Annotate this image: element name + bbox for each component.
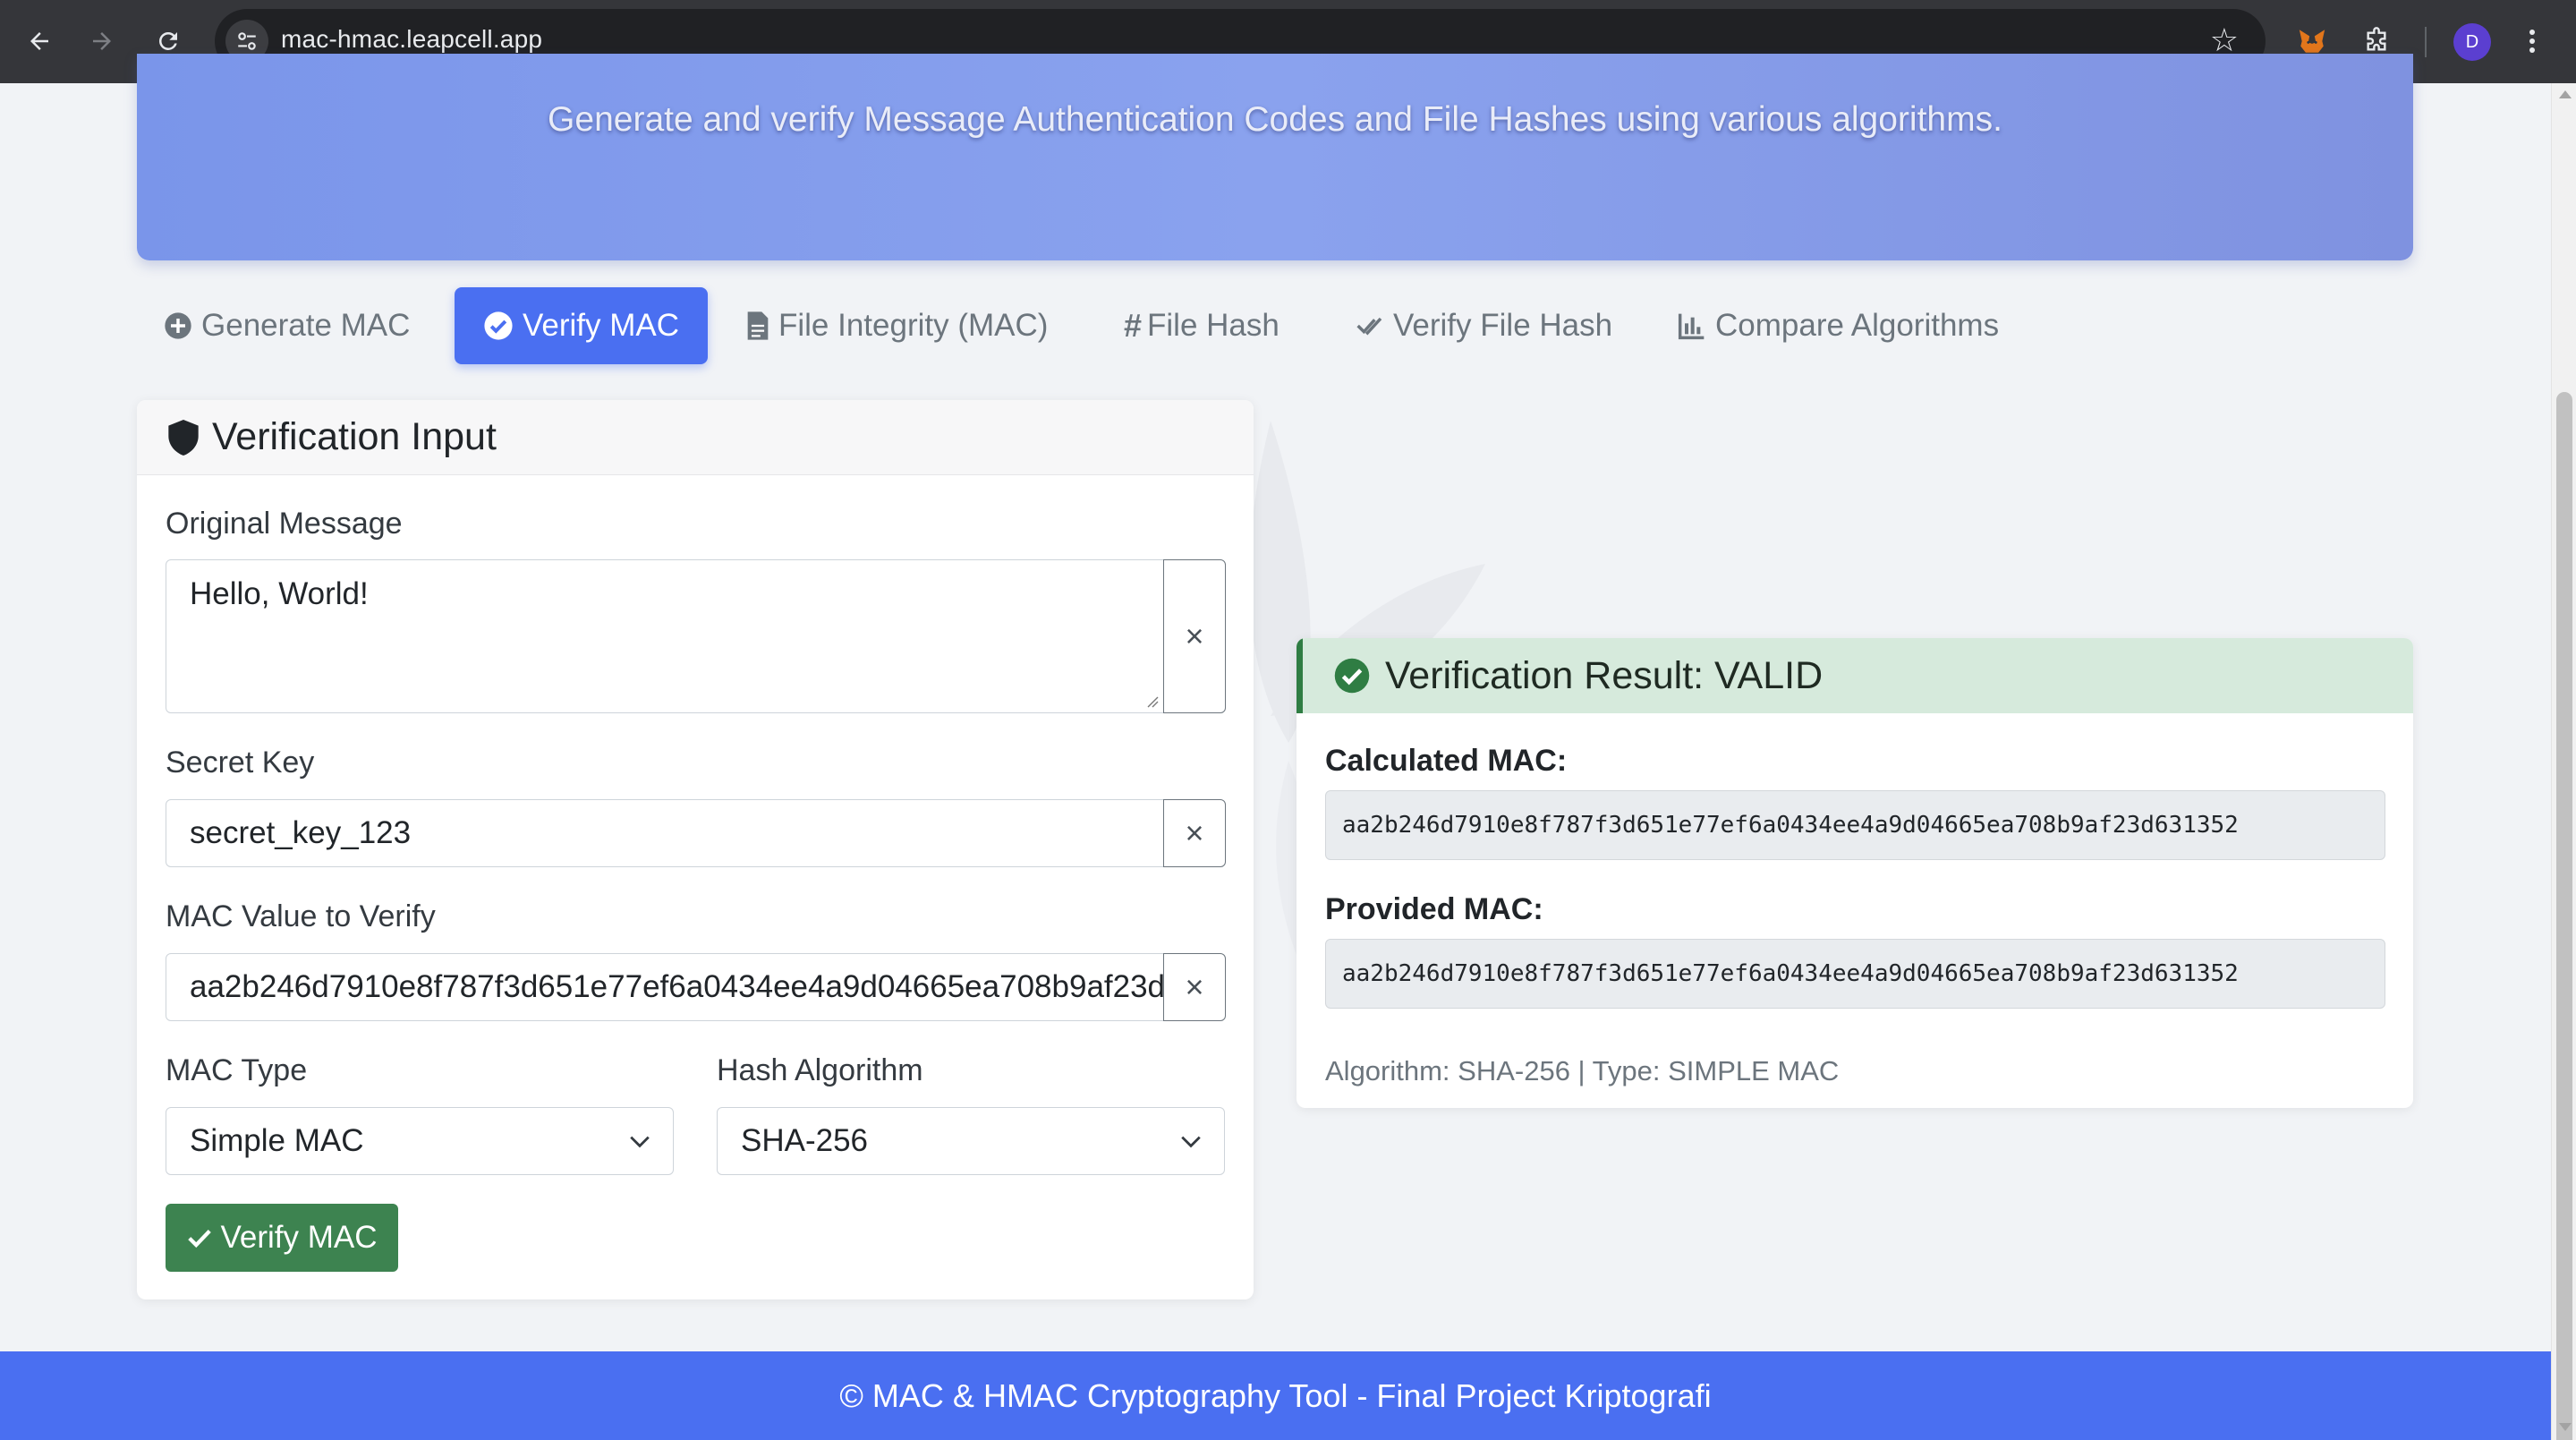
result-meta: Algorithm: SHA-256 | Type: SIMPLE MAC <box>1325 1055 1840 1086</box>
reload-icon <box>159 31 177 50</box>
mac-value-input[interactable]: aa2b246d7910e8f787f3d651e77ef6a0434ee4a9… <box>166 953 1164 1021</box>
secret-key-input[interactable]: secret_key_123 <box>166 799 1164 867</box>
tab-label: Generate MAC <box>201 308 411 343</box>
tab-verify-file-hash[interactable]: Verify File Hash <box>1356 287 1612 364</box>
tab-compare-algorithms[interactable]: Compare Algorithms <box>1678 287 1999 364</box>
tab-label: File Integrity (MAC) <box>778 308 1049 343</box>
check-circle-icon <box>1334 658 1370 694</box>
page-footer: © MAC & HMAC Cryptography Tool - Final P… <box>0 1351 2551 1440</box>
close-icon: × <box>1185 968 1204 1005</box>
hashtag-icon: # <box>1124 307 1143 344</box>
mac-type-selected: Simple MAC <box>190 1123 364 1158</box>
shield-icon <box>168 419 199 456</box>
result-header: Verification Result: VALID <box>1297 638 2413 713</box>
more-vert-icon <box>2529 30 2535 53</box>
browser-menu-button[interactable] <box>2514 18 2550 64</box>
secret-key-label: Secret Key <box>166 746 315 780</box>
card-title: Verification Input <box>212 415 497 458</box>
check-double-icon <box>1356 311 1384 340</box>
tab-label: Verify MAC <box>523 308 680 343</box>
close-icon: × <box>1185 618 1204 654</box>
resize-grip-icon[interactable] <box>1146 695 1159 708</box>
check-circle-icon <box>483 311 514 341</box>
chevron-down-icon <box>1181 1136 1201 1148</box>
verify-mac-button[interactable]: Verify MAC <box>166 1204 398 1272</box>
tune-icon <box>238 32 256 50</box>
hero-subtitle: Generate and verify Message Authenticati… <box>548 100 2002 139</box>
mac-type-label: MAC Type <box>166 1053 308 1087</box>
result-title: Verification Result: VALID <box>1385 653 1824 697</box>
scroll-thumb[interactable] <box>2556 392 2572 1440</box>
tab-label: Compare Algorithms <box>1715 308 2000 343</box>
footer-text: © MAC & HMAC Cryptography Tool - Final P… <box>839 1376 1712 1414</box>
url-text[interactable]: mac-hmac.leapcell.app <box>281 25 542 54</box>
clear-secret-key-button[interactable]: × <box>1163 799 1226 867</box>
profile-avatar[interactable]: D <box>2453 23 2491 61</box>
tab-label: File Hash <box>1147 308 1279 343</box>
file-icon <box>746 311 769 341</box>
mac-type-select[interactable]: Simple MAC <box>166 1107 674 1175</box>
arrow-left-icon <box>30 32 48 50</box>
forward-button[interactable] <box>79 18 125 64</box>
close-icon: × <box>1185 814 1204 851</box>
bar-chart-icon <box>1678 311 1706 340</box>
provided-mac-label: Provided MAC: <box>1325 892 1543 926</box>
provided-mac-value: aa2b246d7910e8f787f3d651e77ef6a0434ee4a9… <box>1325 939 2385 1009</box>
card-header: Verification Input <box>137 400 1254 475</box>
tab-file-hash[interactable]: # File Hash <box>1124 287 1279 364</box>
verification-result-card: Verification Result: VALID Calculated MA… <box>1297 638 2413 1108</box>
hash-algorithm-label: Hash Algorithm <box>717 1053 923 1087</box>
tab-file-integrity[interactable]: File Integrity (MAC) <box>746 287 1048 364</box>
plus-circle-icon <box>164 311 192 340</box>
tab-verify-mac[interactable]: Verify MAC <box>455 287 709 364</box>
hash-algorithm-selected: SHA-256 <box>741 1123 869 1158</box>
chevron-down-icon <box>630 1136 650 1148</box>
calculated-mac-value: aa2b246d7910e8f787f3d651e77ef6a0434ee4a9… <box>1325 790 2385 860</box>
toolbar-divider <box>2425 27 2427 57</box>
puzzle-icon <box>2367 27 2386 51</box>
tab-generate-mac[interactable]: Generate MAC <box>164 287 410 364</box>
hero-banner: Generate and verify Message Authenticati… <box>137 54 2413 260</box>
calculated-mac-label: Calculated MAC: <box>1325 744 1568 778</box>
clear-mac-value-button[interactable]: × <box>1163 953 1226 1021</box>
arrow-right-icon <box>93 32 111 50</box>
scroll-up-arrow-icon[interactable] <box>2559 90 2572 98</box>
verify-button-label: Verify MAC <box>220 1220 378 1255</box>
scroll-down-arrow-icon[interactable] <box>2559 1423 2572 1431</box>
page-scrollbar[interactable] <box>2551 83 2576 1440</box>
original-message-label: Original Message <box>166 507 403 541</box>
original-message-textarea[interactable]: Hello, World! <box>166 559 1164 713</box>
mac-value-label: MAC Value to Verify <box>166 899 436 933</box>
fox-icon <box>2299 30 2325 53</box>
check-icon <box>188 1230 212 1248</box>
clear-message-button[interactable]: × <box>1163 559 1226 713</box>
tab-label: Verify File Hash <box>1393 308 1613 343</box>
hash-algorithm-select[interactable]: SHA-256 <box>717 1107 1225 1175</box>
back-button[interactable] <box>16 18 63 64</box>
